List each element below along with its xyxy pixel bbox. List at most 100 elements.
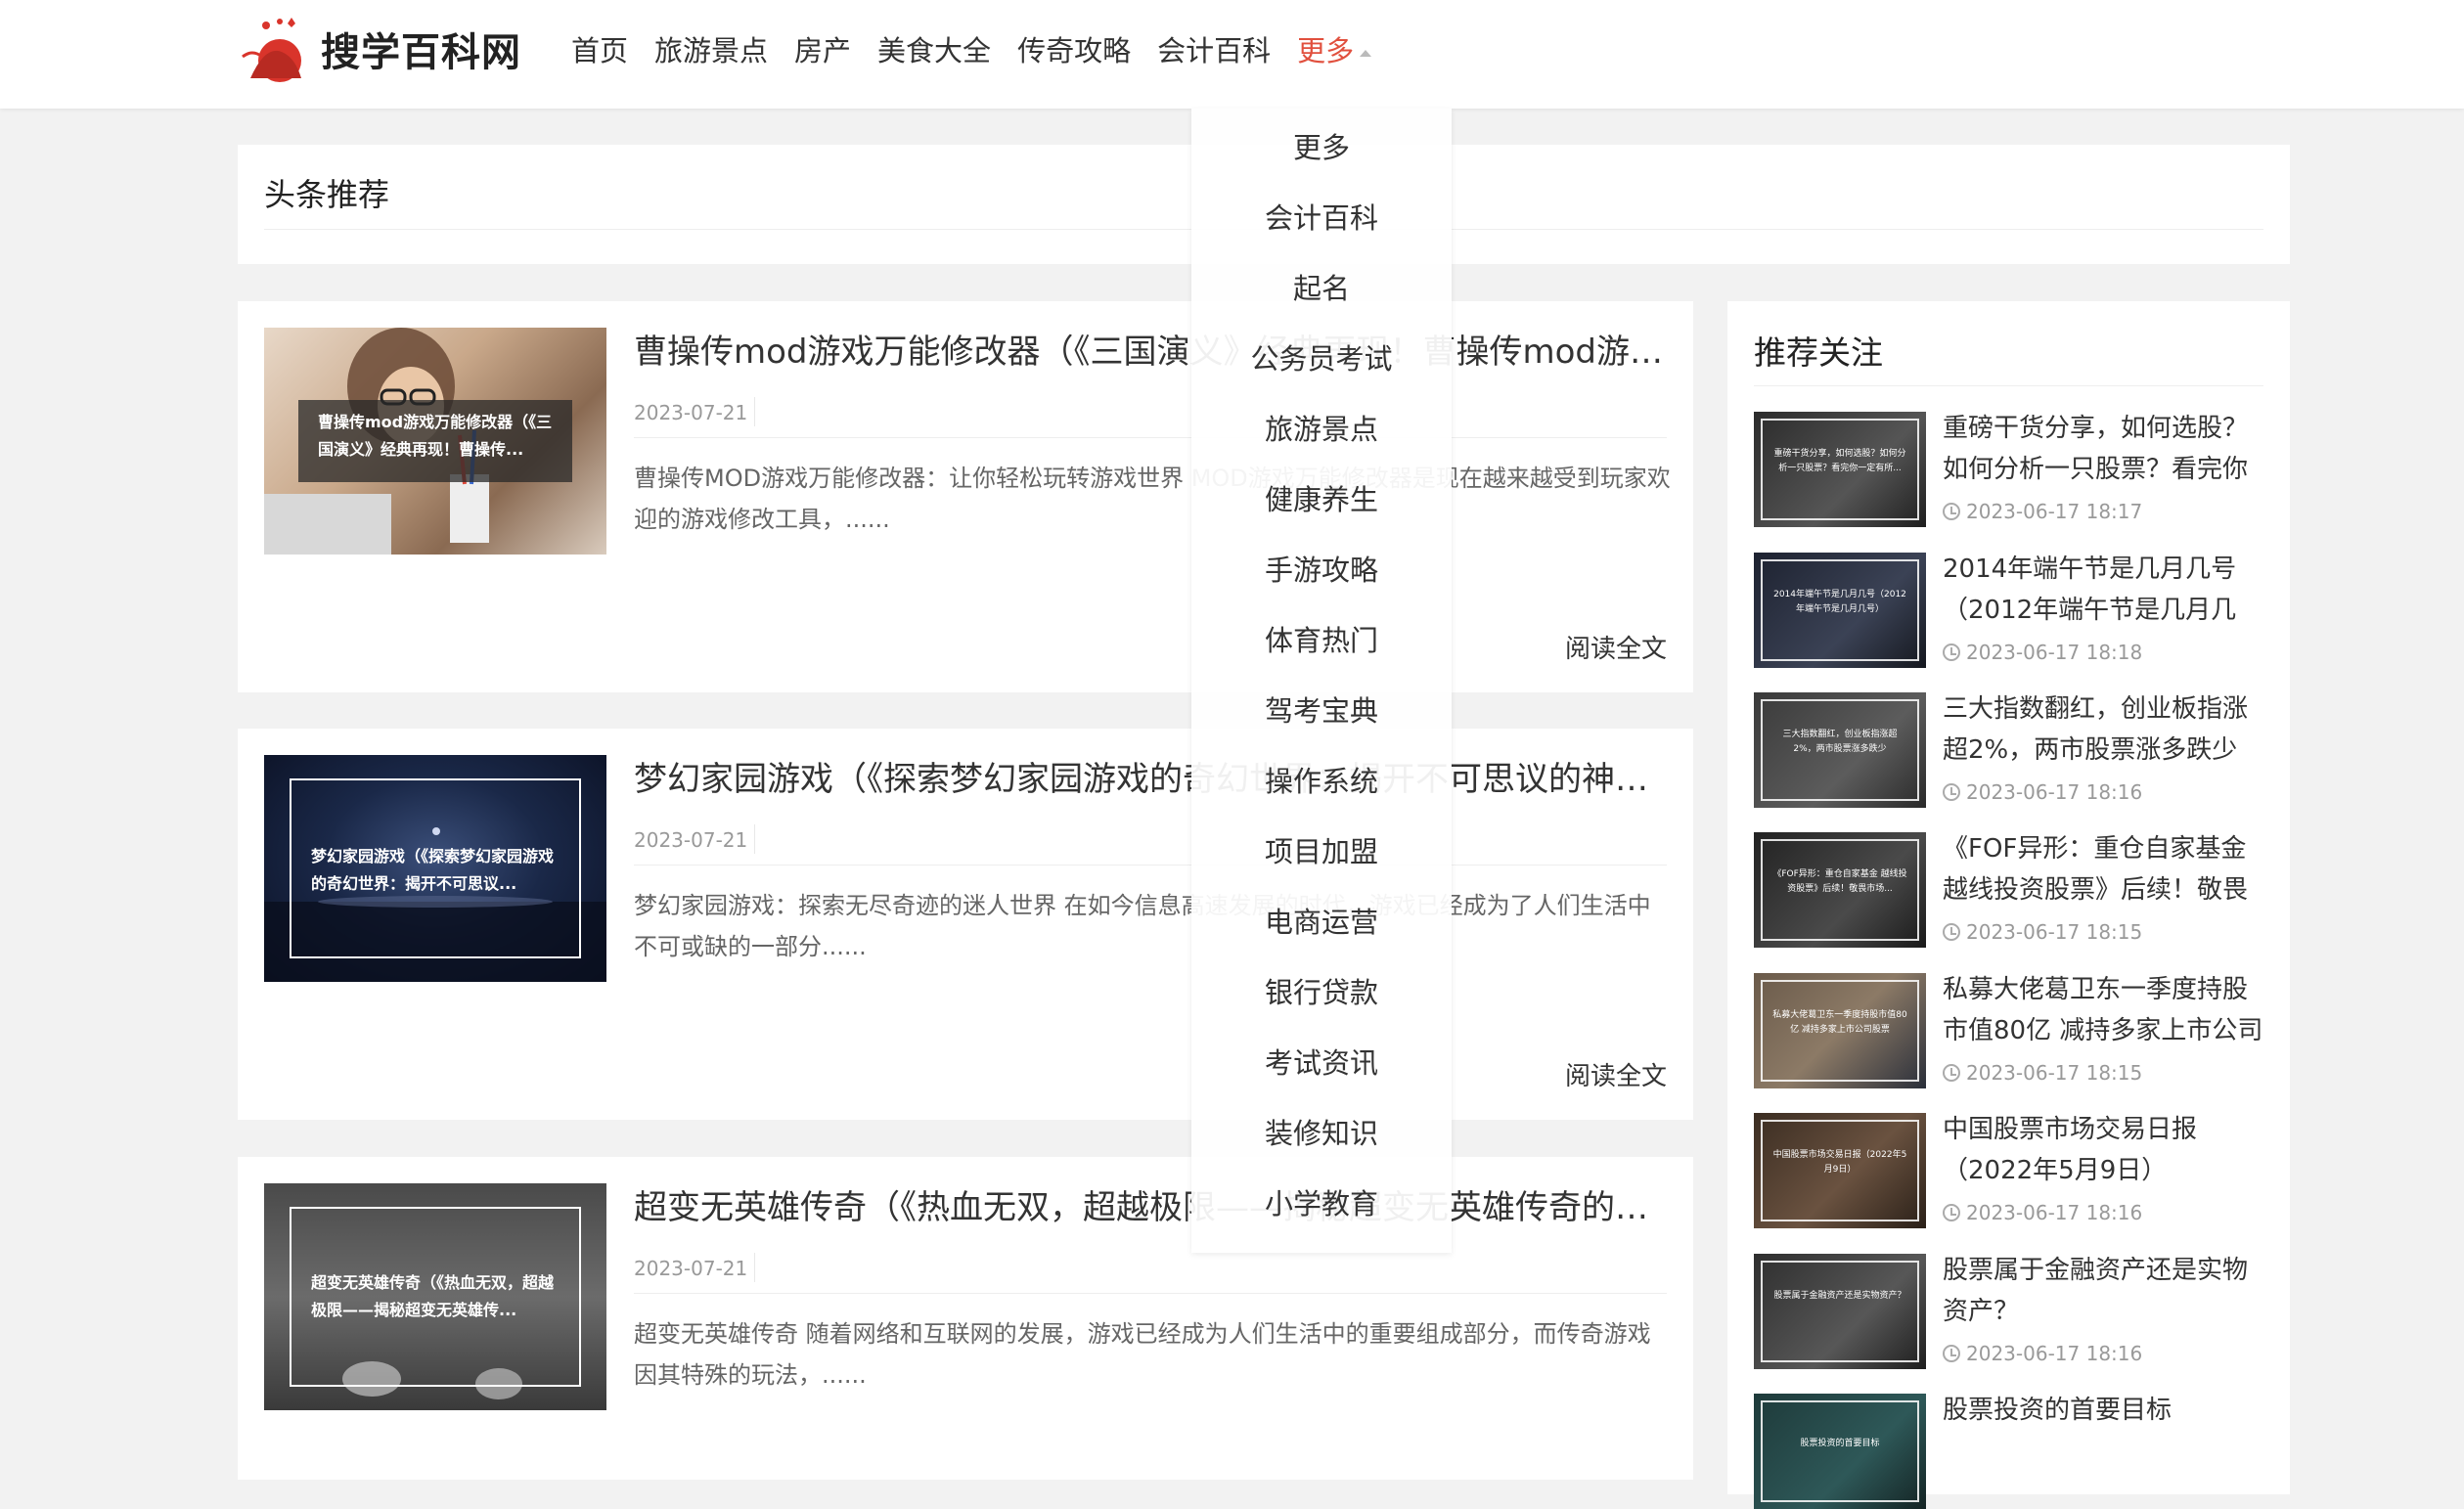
dropdown-item-exam-news[interactable]: 考试资讯 <box>1191 1041 1452 1082</box>
clock-icon <box>1943 503 1960 520</box>
divider <box>754 824 755 854</box>
article-excerpt: 梦幻家园游戏：探索无尽奇迹的迷人世界 在如今信息高速发展的时代，游戏已经成为了人… <box>634 892 1651 960</box>
sidebar-item[interactable]: 2014年端午节是几月几号（2012年端午节是几月几号） 2014年端午节是几月… <box>1754 553 2264 668</box>
sidebar-thumbnail[interactable]: 2014年端午节是几月几号（2012年端午节是几月几号） <box>1754 553 1926 668</box>
sidebar-thumbnail[interactable]: 股票属于金融资产还是实物资产？ <box>1754 1254 1926 1369</box>
sidebar-item-time: 2023-06-17 18:16 <box>1943 1342 2142 1365</box>
article-excerpt: 曹操传MOD游戏万能修改器：让你轻松玩转游戏世界 MOD游戏万能修改器是现在越来… <box>634 465 1671 533</box>
time-text: 2023-06-17 18:15 <box>1966 1061 2143 1085</box>
sidebar-thumbnail[interactable]: 私募大佬葛卫东一季度持股市值80亿 减持多家上市公司股票 <box>1754 973 1926 1088</box>
nav-item-food[interactable]: 美食大全 <box>877 28 991 69</box>
sidebar-item[interactable]: 股票投资的首要目标 股票投资的首要目标 <box>1754 1394 2264 1509</box>
clock-icon <box>1943 644 1960 661</box>
sidebar-item-time: 2023-06-17 18:15 <box>1943 1061 2142 1085</box>
dropdown-item-sports[interactable]: 体育热门 <box>1191 618 1452 659</box>
article-thumbnail[interactable]: 曹操传mod游戏万能修改器（《三国演义》经典再现！曹操传... <box>264 328 606 555</box>
sidebar-item-title[interactable]: 私募大佬葛卫东一季度持股市值80亿 减持多家上市公司股票 <box>1943 969 2265 1051</box>
dropdown-item-accounting[interactable]: 会计百科 <box>1191 196 1452 237</box>
read-more-link[interactable]: 阅读全文 <box>1565 629 1667 665</box>
sidebar-item-time: 2023-06-17 18:18 <box>1943 641 2142 664</box>
dropdown-item-travel[interactable]: 旅游景点 <box>1191 407 1452 448</box>
nav-item-more[interactable]: 更多 <box>1297 28 1372 69</box>
site-logo[interactable]: 搜学百科网 <box>237 14 521 84</box>
sidebar-item-time: 2023-06-17 18:15 <box>1943 920 2142 944</box>
dropdown-item-mobile-games[interactable]: 手游攻略 <box>1191 548 1452 589</box>
read-more-link[interactable]: 阅读全文 <box>1565 1056 1667 1092</box>
article-date: 2023-07-21 <box>634 1257 748 1280</box>
sidebar-thumbnail[interactable]: 中国股票市场交易日报（2022年5月9日） <box>1754 1113 1926 1228</box>
sidebar-item[interactable]: 《FOF异形：重仓自家基金 越线投资股票》后续！敬畏市场... 《FOF异形：重… <box>1754 832 2264 948</box>
time-text: 2023-06-17 18:16 <box>1966 1342 2143 1365</box>
thumbnail-caption: 私募大佬葛卫东一季度持股市值80亿 减持多家上市公司股票 <box>1772 1010 1907 1035</box>
sidebar-item[interactable]: 中国股票市场交易日报（2022年5月9日） 中国股票市场交易日报（2022年5月… <box>1754 1113 2264 1228</box>
sidebar-item-title[interactable]: 股票属于金融资产还是实物资产？ <box>1943 1250 2265 1332</box>
sidebar-thumbnail[interactable]: 《FOF异形：重仓自家基金 越线投资股票》后续！敬畏市场... <box>1754 832 1926 948</box>
sidebar-item-title[interactable]: 中国股票市场交易日报（2022年5月9日） <box>1943 1109 2265 1191</box>
article-title[interactable]: 梦幻家园游戏（《探索梦幻家园游戏的奇幻世界：揭开不可思议的神秘面纱》） <box>634 752 1671 800</box>
article-card: 曹操传mod游戏万能修改器（《三国演义》经典再现！曹操传... 曹操传mod游戏… <box>238 301 1693 692</box>
article-excerpt: 超变无英雄传奇 随着网络和互联网的发展，游戏已经成为人们生活中的重要组成部分，而… <box>634 1320 1651 1389</box>
dropdown-item-health[interactable]: 健康养生 <box>1191 477 1452 518</box>
thumbnail-caption: 《FOF异形：重仓自家基金 越线投资股票》后续！敬畏市场... <box>1772 869 1907 894</box>
sidebar-thumbnail[interactable]: 重磅干货分享，如何选股？如何分析一只股票？看完你一定有所... <box>1754 412 1926 527</box>
article-thumbnail[interactable]: 超变无英雄传奇（《热血无双，超越极限——揭秘超变无英雄传... <box>264 1183 606 1410</box>
dropdown-item-primary-edu[interactable]: 小学教育 <box>1191 1181 1452 1222</box>
clock-icon <box>1943 1204 1960 1221</box>
thumbnail-caption: 股票属于金融资产还是实物资产？ <box>1773 1291 1906 1301</box>
divider <box>754 397 755 426</box>
nav-item-legend[interactable]: 传奇攻略 <box>1017 28 1131 69</box>
nav-item-realestate[interactable]: 房产 <box>794 28 851 69</box>
clock-icon <box>1943 783 1960 801</box>
sidebar-item-title[interactable]: 三大指数翻红，创业板指涨超2%，两市股票涨多跌少 <box>1943 688 2265 771</box>
nav-more-label: 更多 <box>1297 34 1355 67</box>
site-header: 搜学百科网 首页 旅游景点 房产 美食大全 传奇攻略 会计百科 更多 <box>0 0 2464 109</box>
dropdown-item-os[interactable]: 操作系统 <box>1191 759 1452 800</box>
sidebar-item[interactable]: 重磅干货分享，如何选股？如何分析一只股票？看完你一定有所... 重磅干货分享，如… <box>1754 412 2264 527</box>
thumbnail-caption: 梦幻家园游戏（《探索梦幻家园游戏的奇幻世界：揭开不可思议... <box>311 847 555 893</box>
sidebar-item[interactable]: 股票属于金融资产还是实物资产？ 股票属于金融资产还是实物资产？ 2023-06-… <box>1754 1254 2264 1369</box>
logo-icon <box>242 18 301 82</box>
time-text: 2023-06-17 18:16 <box>1966 780 2143 804</box>
sidebar-item-title[interactable]: 股票投资的首要目标 <box>1943 1390 2265 1472</box>
article-card: 超变无英雄传奇（《热血无双，超越极限——揭秘超变无英雄传... 超变无英雄传奇（… <box>238 1157 1693 1480</box>
time-text: 2023-06-17 18:18 <box>1966 641 2143 664</box>
dropdown-item-ecommerce[interactable]: 电商运营 <box>1191 900 1452 941</box>
dropdown-item-naming[interactable]: 起名 <box>1191 266 1452 307</box>
sidebar-thumbnail[interactable]: 股票投资的首要目标 <box>1754 1394 1926 1509</box>
sidebar-item-title[interactable]: 2014年端午节是几月几号（2012年端午节是几月几号） <box>1943 549 2265 631</box>
nav-item-accounting[interactable]: 会计百科 <box>1157 28 1271 69</box>
nav-item-travel[interactable]: 旅游景点 <box>654 28 768 69</box>
nav-item-home[interactable]: 首页 <box>571 28 628 69</box>
main-nav: 首页 旅游景点 房产 美食大全 传奇攻略 会计百科 更多 <box>571 0 1398 98</box>
headline-title: 头条推荐 <box>264 176 390 213</box>
article-thumbnail[interactable]: 梦幻家园游戏（《探索梦幻家园游戏的奇幻世界：揭开不可思议... <box>264 755 606 982</box>
article-title[interactable]: 曹操传mod游戏万能修改器（《三国演义》经典再现！曹操传mod游戏万能修改器使用… <box>634 325 1671 373</box>
time-text: 2023-06-17 18:16 <box>1966 1201 2143 1224</box>
sidebar-thumbnail[interactable]: 三大指数翻红，创业板指涨超2%，两市股票涨多跌少 <box>1754 692 1926 808</box>
dropdown-item-driving[interactable]: 驾考宝典 <box>1191 688 1452 730</box>
clock-icon <box>1943 923 1960 941</box>
article-title[interactable]: 超变无英雄传奇（《热血无双，超越极限——揭秘超变无英雄传奇的传说》） <box>634 1180 1671 1228</box>
sidebar-item-title[interactable]: 重磅干货分享，如何选股？如何分析一只股票？看完你一定 <box>1943 408 2265 490</box>
more-dropdown-menu: 更多 会计百科 起名 公务员考试 旅游景点 健康养生 手游攻略 体育热门 驾考宝… <box>1191 109 1452 1253</box>
dropdown-item-civil-exam[interactable]: 公务员考试 <box>1191 336 1452 377</box>
dropdown-item-more[interactable]: 更多 <box>1191 125 1452 166</box>
sidebar-title: 推荐关注 <box>1754 333 1883 372</box>
recommend-sidebar: 推荐关注 重磅干货分享，如何选股？如何分析一只股票？看完你一定有所... 重磅干… <box>1727 301 2290 1509</box>
dropdown-item-decoration[interactable]: 装修知识 <box>1191 1111 1452 1152</box>
thumbnail-caption: 曹操传mod游戏万能修改器（《三国演义》经典再现！曹操传... <box>318 413 553 459</box>
time-text: 2023-06-17 18:15 <box>1966 920 2143 944</box>
clock-icon <box>1943 1345 1960 1362</box>
thumbnail-caption: 超变无英雄传奇（《热血无双，超越极限——揭秘超变无英雄传... <box>311 1273 555 1319</box>
sidebar-item-time: 2023-06-17 18:16 <box>1943 780 2142 804</box>
dropdown-item-loans[interactable]: 银行贷款 <box>1191 970 1452 1011</box>
thumbnail-caption: 2014年端午节是几月几号（2012年端午节是几月几号） <box>1773 590 1906 614</box>
sidebar-item[interactable]: 三大指数翻红，创业板指涨超2%，两市股票涨多跌少 三大指数翻红，创业板指涨超2%… <box>1754 692 2264 808</box>
time-text: 2023-06-17 18:17 <box>1966 500 2143 523</box>
sidebar-item-title[interactable]: 《FOF异形：重仓自家基金 越线投资股票》后续！敬畏市 <box>1943 828 2265 910</box>
divider <box>754 1253 755 1282</box>
clock-icon <box>1943 1064 1960 1082</box>
dropdown-item-franchise[interactable]: 项目加盟 <box>1191 829 1452 870</box>
thumbnail-caption: 股票投资的首要目标 <box>1800 1439 1880 1448</box>
sidebar-item[interactable]: 私募大佬葛卫东一季度持股市值80亿 减持多家上市公司股票 私募大佬葛卫东一季度持… <box>1754 973 2264 1088</box>
